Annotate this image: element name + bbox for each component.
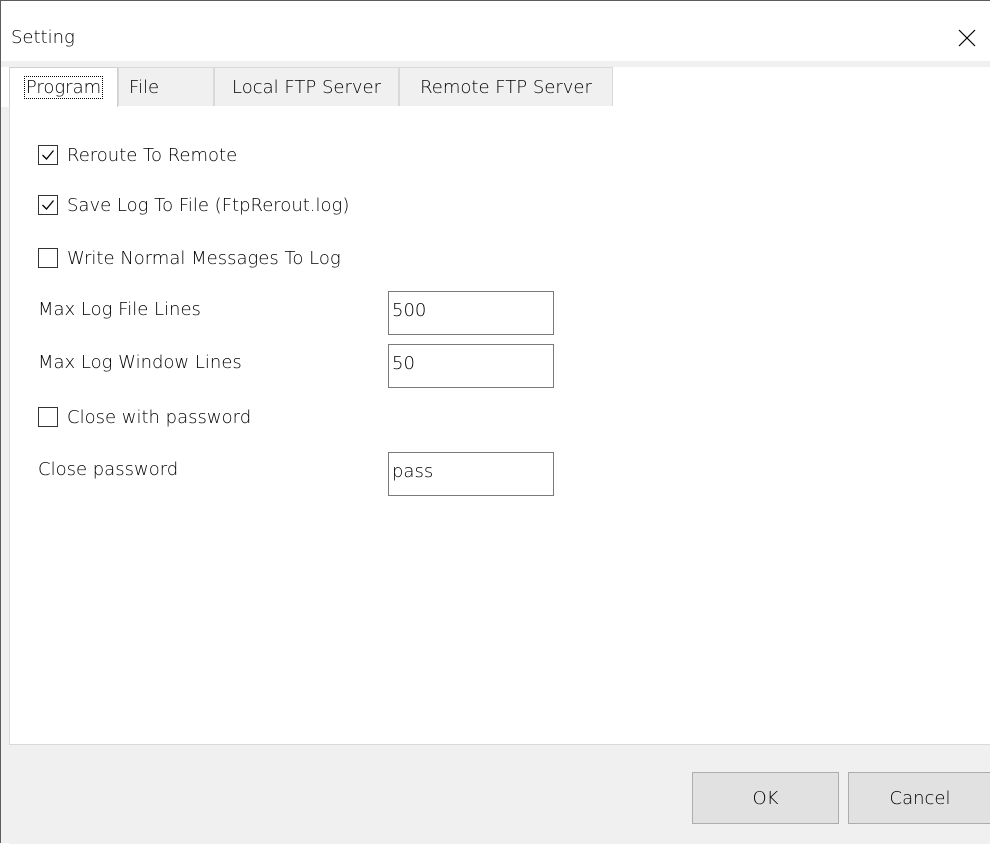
- write-normal-messages-box[interactable]: [38, 248, 58, 268]
- checkmark-icon: [42, 200, 55, 210]
- tab-program-label: Program: [23, 76, 104, 99]
- settings-dialog: Setting Program File Local FTP Server Re…: [0, 0, 990, 844]
- tab-file-label: File: [129, 77, 160, 98]
- max-log-window-lines-input[interactable]: 50: [388, 344, 554, 388]
- checkmark-icon: [42, 150, 55, 160]
- title-bar: Setting: [1, 1, 990, 61]
- close-button[interactable]: [944, 23, 990, 53]
- tab-local-ftp-server-label: Local FTP Server: [231, 77, 381, 98]
- max-log-file-lines-label: Max Log File Lines: [38, 299, 201, 320]
- close-with-password-label: Close with password: [67, 406, 252, 428]
- reroute-to-remote-label: Reroute To Remote: [67, 144, 238, 166]
- reroute-to-remote-checkbox[interactable]: Reroute To Remote: [38, 142, 237, 168]
- dialog-footer: [9, 746, 990, 844]
- close-icon: [958, 29, 976, 47]
- ok-button[interactable]: OK: [692, 772, 839, 824]
- save-log-to-file-checkbox[interactable]: Save Log To File (FtpRerout.log): [38, 192, 349, 218]
- reroute-to-remote-box[interactable]: [38, 145, 58, 165]
- cancel-button[interactable]: Cancel: [848, 772, 990, 824]
- tab-local-ftp-server[interactable]: Local FTP Server: [214, 67, 399, 106]
- max-log-window-lines-label: Max Log Window Lines: [38, 352, 242, 373]
- close-password-input[interactable]: pass: [388, 452, 554, 496]
- save-log-to-file-box[interactable]: [38, 195, 58, 215]
- window-title: Setting: [11, 27, 75, 48]
- tab-remote-ftp-server[interactable]: Remote FTP Server: [399, 67, 613, 106]
- max-log-file-lines-input[interactable]: 500: [388, 291, 554, 335]
- save-log-to-file-label: Save Log To File (FtpRerout.log): [67, 194, 350, 216]
- write-normal-messages-checkbox[interactable]: Write Normal Messages To Log: [38, 245, 341, 271]
- tab-strip: Program File Local FTP Server Remote FTP…: [1, 67, 990, 107]
- close-with-password-box[interactable]: [38, 407, 58, 427]
- close-with-password-checkbox[interactable]: Close with password: [38, 404, 251, 430]
- write-normal-messages-label: Write Normal Messages To Log: [67, 247, 341, 269]
- tab-program[interactable]: Program: [9, 67, 118, 107]
- tab-file[interactable]: File: [118, 67, 214, 106]
- close-password-label: Close password: [38, 459, 179, 480]
- tab-remote-ftp-server-label: Remote FTP Server: [420, 77, 592, 98]
